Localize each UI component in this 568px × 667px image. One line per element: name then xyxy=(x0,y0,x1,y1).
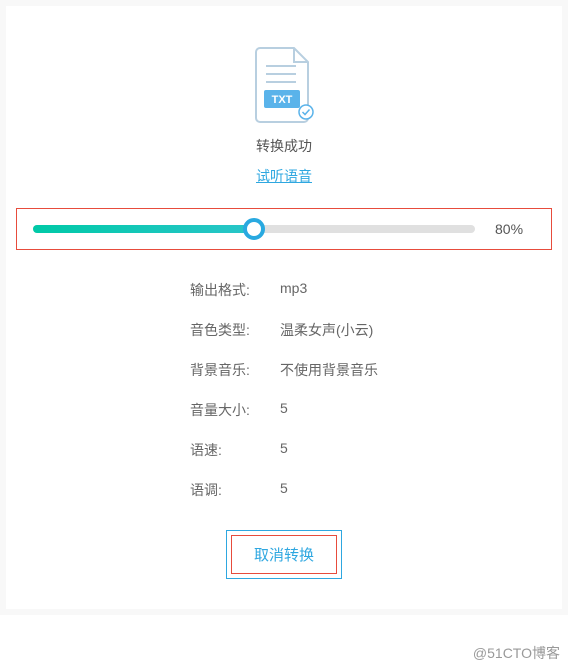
setting-speed: 语速: 5 xyxy=(190,440,378,460)
conversion-panel: TXT 转换成功 试听语音 80% 输出格式: mp3 音色类型: xyxy=(6,6,562,609)
txt-file-icon: TXT xyxy=(252,46,316,124)
setting-value: 5 xyxy=(280,440,288,460)
setting-value: 温柔女声(小云) xyxy=(280,320,373,340)
setting-value: 不使用背景音乐 xyxy=(280,360,378,380)
watermark-text: @51CTO博客 xyxy=(473,643,560,663)
progress-percent-label: 80% xyxy=(495,221,535,237)
setting-label: 语调: xyxy=(190,480,280,500)
svg-text:TXT: TXT xyxy=(272,94,293,106)
status-text: 转换成功 xyxy=(6,136,562,156)
progress-slider-fill xyxy=(33,225,254,233)
setting-label: 背景音乐: xyxy=(190,360,280,380)
preview-audio-link[interactable]: 试听语音 xyxy=(6,166,562,186)
setting-voice-type: 音色类型: 温柔女声(小云) xyxy=(190,320,378,340)
file-icon-wrap: TXT xyxy=(6,46,562,124)
progress-slider[interactable] xyxy=(33,225,475,233)
setting-tone: 语调: 5 xyxy=(190,480,378,500)
cancel-conversion-button[interactable]: 取消转换 xyxy=(231,535,337,574)
setting-label: 语速: xyxy=(190,440,280,460)
setting-output-format: 输出格式: mp3 xyxy=(190,280,378,300)
setting-label: 音色类型: xyxy=(190,320,280,340)
settings-list: 输出格式: mp3 音色类型: 温柔女声(小云) 背景音乐: 不使用背景音乐 音… xyxy=(6,280,562,520)
setting-label: 输出格式: xyxy=(190,280,280,300)
setting-bg-music: 背景音乐: 不使用背景音乐 xyxy=(190,360,378,380)
setting-volume: 音量大小: 5 xyxy=(190,400,378,420)
setting-value: 5 xyxy=(280,480,288,500)
setting-value: mp3 xyxy=(280,280,307,300)
progress-slider-row: 80% xyxy=(16,208,552,250)
setting-label: 音量大小: xyxy=(190,400,280,420)
setting-value: 5 xyxy=(280,400,288,420)
cancel-button-frame: 取消转换 xyxy=(226,530,342,579)
progress-slider-handle[interactable] xyxy=(243,218,265,240)
